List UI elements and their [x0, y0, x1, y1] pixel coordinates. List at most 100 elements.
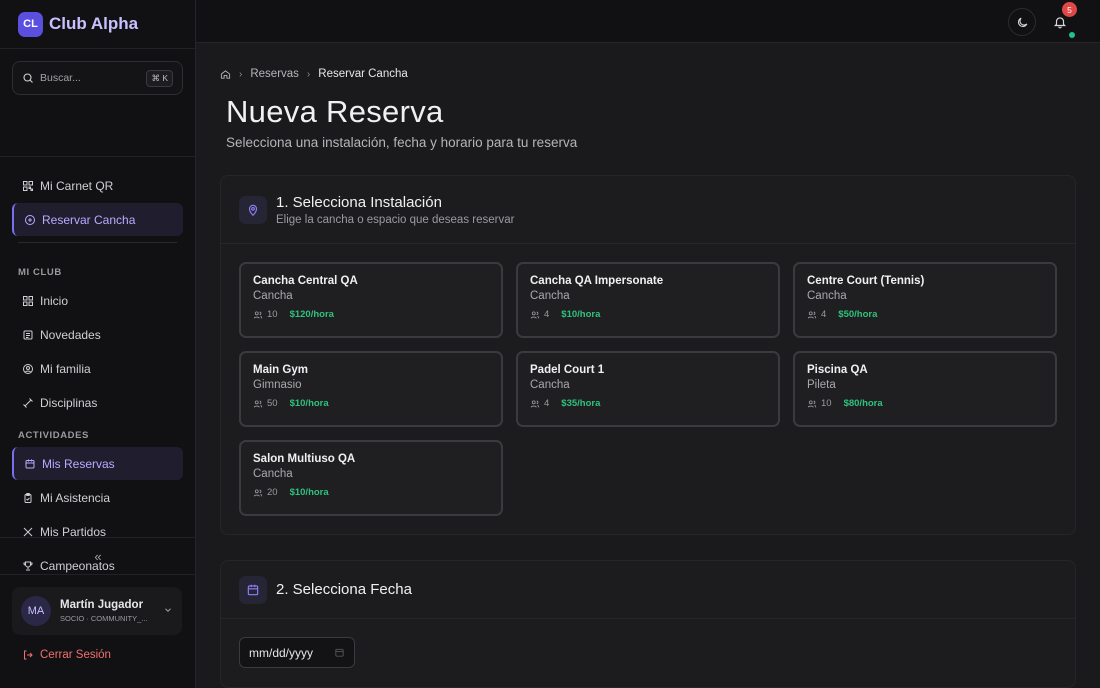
facility-meta: 4 $50/hora: [807, 309, 1043, 320]
facility-card[interactable]: Cancha QA Impersonate Cancha 4 $10/hora: [516, 262, 780, 338]
facility-card[interactable]: Piscina QA Pileta 10 $80/hora: [793, 351, 1057, 427]
qr-icon: [22, 180, 34, 192]
sidebar-item-mi-asistencia[interactable]: Mi Asistencia: [12, 481, 183, 514]
user-info: Martín Jugador SOCIO · COMMUNITY_...: [60, 599, 163, 623]
breadcrumb-current: Reservar Cancha: [318, 68, 408, 80]
step2-title: 2. Selecciona Fecha: [276, 581, 412, 598]
step1-subtitle: Elige la cancha o espacio que deseas res…: [276, 213, 515, 226]
facility-capacity: 50: [267, 398, 278, 409]
facility-name: Padel Court 1: [530, 364, 605, 376]
app-root: CL Club Alpha Buscar... ⌘ K Mi Carnet QR…: [0, 0, 1100, 688]
facility-price: $10/hora: [289, 398, 329, 409]
sidebar-item-label: Mis Reservas: [42, 456, 115, 471]
brand[interactable]: CL Club Alpha: [0, 0, 195, 49]
dumbbell-icon: [22, 397, 34, 409]
facility-meta: 50 $10/hora: [253, 398, 489, 409]
logout-button[interactable]: Cerrar Sesión: [22, 649, 111, 661]
facility-name: Cancha Central QA: [253, 275, 358, 287]
users-icon: [807, 399, 817, 409]
map-pin-icon: [239, 195, 267, 224]
facility-capacity: 20: [267, 487, 278, 498]
facility-grid: Cancha Central QA Cancha 10 $120/hora Ca…: [221, 244, 1075, 534]
card-header-text: 2. Selecciona Fecha: [276, 581, 412, 598]
card-header: 1. Selecciona Instalación Elige la canch…: [221, 176, 1075, 244]
facility-meta: 10 $80/hora: [807, 398, 1043, 409]
facility-type: Cancha: [807, 290, 847, 302]
users-icon: [530, 399, 540, 409]
home-icon[interactable]: [220, 69, 231, 80]
facility-meta: 20 $10/hora: [253, 487, 489, 498]
user-name: Martín Jugador: [60, 599, 144, 611]
avatar: MA: [21, 596, 51, 626]
facility-name: Centre Court (Tennis): [807, 275, 925, 287]
sidebar-item-disciplinas[interactable]: Disciplinas: [12, 386, 183, 419]
facility-meta: 4 $10/hora: [530, 309, 766, 320]
brand-logo: CL: [18, 11, 43, 37]
facility-type: Gimnasio: [253, 379, 302, 391]
moon-icon: [1017, 17, 1027, 27]
sidebar-item-reservar-cancha[interactable]: Reservar Cancha: [12, 203, 183, 236]
sidebar-item-label: Novedades: [40, 327, 101, 342]
section-title-actividades: ACTIVIDADES: [18, 430, 89, 441]
sidebar-item-carnet-qr[interactable]: Mi Carnet QR: [12, 169, 183, 202]
facility-selection-card: 1. Selecciona Instalación Elige la canch…: [220, 175, 1076, 535]
page-title: Nueva Reserva: [226, 94, 444, 129]
facility-card[interactable]: Salon Multiuso QA Cancha 20 $10/hora: [239, 440, 503, 516]
search-area: Buscar... ⌘ K: [0, 49, 195, 157]
chevron-down-icon: [163, 605, 173, 618]
facility-card[interactable]: Main Gym Gimnasio 50 $10/hora: [239, 351, 503, 427]
sidebar-item-mis-reservas[interactable]: Mis Reservas: [12, 447, 183, 480]
search-placeholder: Buscar...: [40, 72, 81, 84]
facility-name: Piscina QA: [807, 364, 868, 376]
swords-icon: [22, 526, 34, 538]
user-menu[interactable]: MA Martín Jugador SOCIO · COMMUNITY_...: [12, 587, 182, 635]
breadcrumb-reservas[interactable]: Reservas: [250, 68, 299, 80]
calendar-icon: [239, 575, 267, 604]
search-shortcut: ⌘ K: [146, 69, 173, 87]
facility-type: Cancha: [253, 290, 293, 302]
sidebar-item-label: Inicio: [40, 293, 69, 308]
facility-name: Salon Multiuso QA: [253, 453, 356, 465]
facility-price: $80/hora: [843, 398, 883, 409]
calendar-picker-icon[interactable]: [334, 647, 345, 658]
newspaper-icon: [22, 329, 34, 341]
collapse-sidebar-button[interactable]: «: [0, 537, 196, 575]
logout-label: Cerrar Sesión: [40, 649, 111, 661]
date-field[interactable]: mm/dd/yyyy: [239, 637, 355, 668]
facility-type: Cancha: [530, 379, 570, 391]
facility-capacity: 10: [821, 398, 832, 409]
main-area: 5 › Reservas › Reservar Cancha Nueva Res…: [196, 0, 1100, 688]
date-selection-card: 2. Selecciona Fecha mm/dd/yyyy: [220, 560, 1076, 688]
online-status-dot: [1069, 32, 1075, 38]
divider: [18, 242, 177, 243]
facility-price: $10/hora: [561, 309, 601, 320]
facility-price: $10/hora: [289, 487, 329, 498]
theme-toggle-button[interactable]: [1008, 8, 1036, 36]
facility-type: Cancha: [253, 468, 293, 480]
sidebar-item-mi-familia[interactable]: Mi familia: [12, 352, 183, 385]
facility-card[interactable]: Cancha Central QA Cancha 10 $120/hora: [239, 262, 503, 338]
page-content: › Reservas › Reservar Cancha Nueva Reser…: [196, 68, 1100, 688]
search-input[interactable]: Buscar... ⌘ K: [12, 61, 183, 95]
grid-icon: [22, 295, 34, 307]
breadcrumb: › Reservas › Reservar Cancha: [220, 68, 1076, 80]
facility-capacity: 4: [821, 309, 827, 320]
topbar: 5: [196, 0, 1100, 43]
section-title-mi-club: MI CLUB: [18, 267, 62, 278]
facility-meta: 4 $35/hora: [530, 398, 766, 409]
facility-price: $120/hora: [289, 309, 334, 320]
sidebar-item-inicio[interactable]: Inicio: [12, 284, 183, 317]
card-header-text: 1. Selecciona Instalación Elige la canch…: [276, 194, 514, 226]
sidebar-item-label: Mi Carnet QR: [40, 178, 114, 193]
sidebar-item-novedades[interactable]: Novedades: [12, 318, 183, 351]
facility-price: $35/hora: [561, 398, 601, 409]
facility-type: Pileta: [807, 379, 836, 391]
card-header: 2. Selecciona Fecha: [221, 561, 1075, 619]
facility-card[interactable]: Centre Court (Tennis) Cancha 4 $50/hora: [793, 262, 1057, 338]
bell-icon: [1053, 17, 1067, 29]
sidebar-item-label: Disciplinas: [40, 395, 98, 410]
calendar-icon: [24, 458, 36, 470]
search-icon: [23, 73, 33, 83]
facility-capacity: 4: [544, 309, 550, 320]
facility-card[interactable]: Padel Court 1 Cancha 4 $35/hora: [516, 351, 780, 427]
